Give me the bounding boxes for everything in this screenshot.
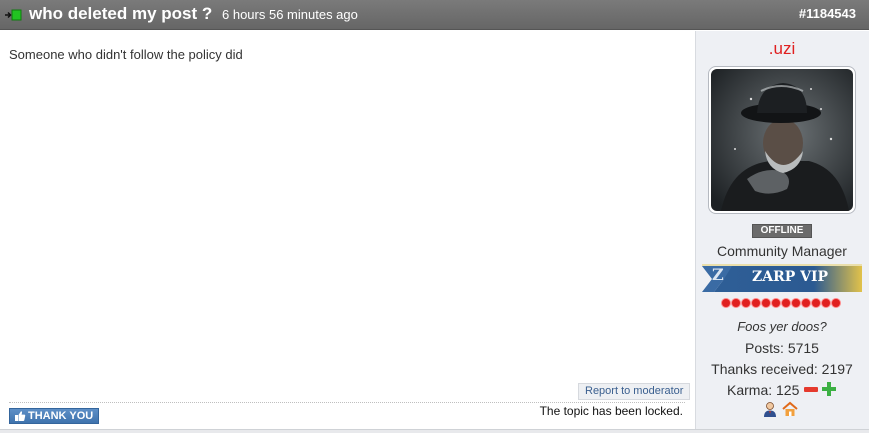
reputation-dot: [811, 298, 821, 308]
reputation-dot: [761, 298, 771, 308]
avatar-image: [711, 69, 853, 211]
reputation-dot: [831, 298, 841, 308]
post-body: Someone who didn't follow the policy did…: [0, 31, 695, 429]
thumbs-up-icon: [15, 411, 26, 421]
user-motto: Foos yer doos?: [737, 319, 827, 334]
post-header: who deleted my post ? 6 hours 56 minutes…: [0, 0, 869, 30]
reputation-dot: [801, 298, 811, 308]
vip-label: ZARP VIP: [752, 269, 829, 285]
home-icon[interactable]: [782, 401, 798, 417]
reputation-dot: [781, 298, 791, 308]
avatar[interactable]: [708, 66, 856, 214]
reputation-dot: [721, 298, 731, 308]
post-content: Someone who didn't follow the policy did: [9, 47, 243, 62]
reputation-dot: [821, 298, 831, 308]
reputation-dots: [721, 298, 841, 308]
post-count: Posts: 5715: [745, 340, 819, 356]
reputation-dot: [791, 298, 801, 308]
thank-you-label: THANK YOU: [28, 410, 94, 422]
post-timestamp: 6 hours 56 minutes ago: [222, 7, 358, 22]
report-to-moderator-button[interactable]: Report to moderator: [578, 383, 691, 400]
vip-letter: Z: [712, 265, 724, 284]
username[interactable]: .uzi: [696, 39, 868, 59]
user-profile-panel: .uzi OFFLINE Community Manager Z ZARP VI…: [695, 31, 869, 429]
status-badge: OFFLINE: [752, 224, 812, 238]
minus-icon[interactable]: [804, 387, 818, 392]
thank-you-button[interactable]: THANK YOU: [9, 408, 99, 424]
post-permalink[interactable]: #1184543: [799, 6, 856, 21]
post-title[interactable]: who deleted my post ?: [29, 4, 212, 24]
reputation-dot: [741, 298, 751, 308]
vip-banner: Z ZARP VIP: [702, 264, 862, 294]
user-profile-icon[interactable]: [762, 401, 778, 417]
reputation-dot: [771, 298, 781, 308]
reputation-dot: [731, 298, 741, 308]
post-footer-rule: [0, 429, 869, 433]
karma-value: Karma: 125: [727, 382, 800, 398]
topic-locked-notice: The topic has been locked.: [539, 404, 683, 418]
plus-icon[interactable]: [822, 382, 836, 396]
thanks-received: Thanks received: 2197: [711, 361, 853, 377]
divider: [9, 402, 685, 403]
reputation-dot: [751, 298, 761, 308]
user-rank: Community Manager: [717, 243, 847, 259]
post-new-icon: [5, 9, 22, 21]
